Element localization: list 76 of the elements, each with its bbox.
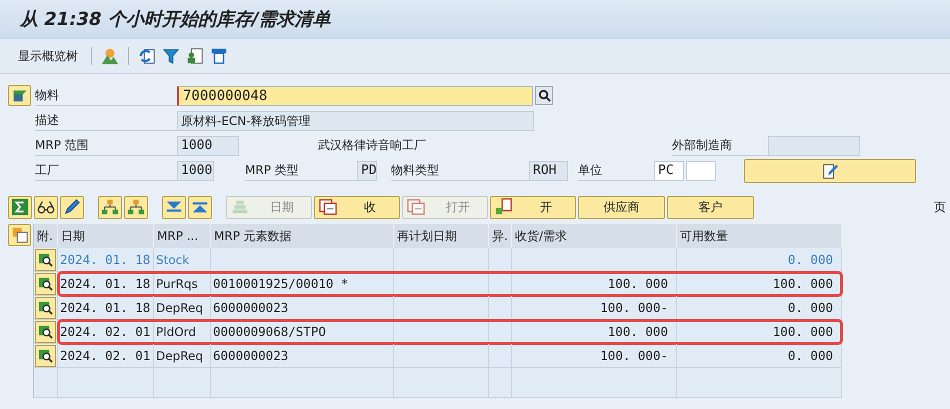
- detail-button[interactable]: [35, 344, 56, 366]
- table-cell: 6000000023: [213, 300, 288, 315]
- table-cell: PurRqs: [156, 276, 198, 290]
- toolbar-button[interactable]: [98, 196, 122, 218]
- table-cell: PldOrd: [156, 324, 196, 338]
- copy-icon: [10, 226, 28, 244]
- magnifier-icon: [38, 300, 53, 315]
- table-cell: 100. 000: [608, 324, 668, 339]
- table-cell: 0000009068/STPO: [213, 324, 326, 339]
- table-cell: 100. 000: [608, 276, 668, 291]
- contact-card-icon[interactable]: [186, 47, 204, 65]
- table-cell: 100. 000-: [600, 348, 668, 363]
- magnifier-icon: [38, 348, 53, 363]
- table-cell: Stock: [156, 252, 190, 266]
- detail-button[interactable]: [35, 320, 56, 342]
- toolbar-button[interactable]: [60, 196, 84, 218]
- column-header[interactable]: 可用数量: [677, 224, 842, 248]
- table-cell: 2024. 01. 18: [60, 276, 150, 291]
- column-header[interactable]: 附.: [34, 224, 58, 248]
- calendar-icon: [319, 198, 337, 216]
- detail-button[interactable]: [35, 296, 56, 318]
- table-cell: 2024. 02. 01: [60, 348, 150, 363]
- column-header[interactable]: 再计划日期: [394, 224, 489, 248]
- table-cell: 6000000023: [213, 348, 288, 363]
- table-cell: 100. 000-: [600, 300, 668, 315]
- table-cell: 0. 000: [788, 300, 833, 315]
- unit-field: PC: [654, 160, 684, 180]
- table-cell: 100. 000: [772, 324, 833, 339]
- toolbar-button[interactable]: [34, 196, 58, 218]
- toolbar-button[interactable]: 收: [314, 196, 400, 218]
- edit-icon: [821, 162, 839, 180]
- tree-toggle-button[interactable]: [8, 85, 31, 106]
- plant-field: 1000: [177, 160, 214, 180]
- toolbar-button[interactable]: [124, 196, 148, 218]
- table-cell: DepReq: [156, 300, 204, 314]
- calendar-page-icon: [495, 198, 513, 216]
- refresh-icon[interactable]: [138, 47, 156, 65]
- table-cell: DepReq: [156, 348, 204, 362]
- table-cell: 2024. 01. 18: [60, 252, 150, 267]
- stack-icon: [231, 198, 249, 216]
- sum-icon: [11, 198, 29, 216]
- overview-tree-button[interactable]: 显示概览树: [14, 46, 82, 66]
- calendar-icon: [407, 198, 425, 216]
- table-cell: 2024. 02. 01: [60, 324, 150, 339]
- magnifier-icon: [38, 324, 53, 339]
- toolbar-button[interactable]: 开: [490, 196, 576, 218]
- table-cell: 2024. 01. 18: [60, 300, 150, 315]
- material-input[interactable]: 7000000048: [177, 86, 533, 106]
- table-cell: 0. 000: [788, 348, 833, 363]
- search-icon: [538, 89, 550, 102]
- material-type-field: ROH: [529, 160, 568, 180]
- description-field: 原材料-ECN-释放码管理: [177, 110, 534, 130]
- attachment-button[interactable]: [8, 224, 31, 246]
- table-cell: 0. 000: [788, 252, 833, 267]
- hierarchy-icon: [127, 198, 145, 216]
- filter-icon[interactable]: [162, 47, 180, 65]
- plant-name: 武汉格律诗音响工厂: [318, 137, 427, 154]
- toolbar-button[interactable]: 客户: [667, 196, 754, 218]
- magnifier-icon: [38, 252, 53, 267]
- mrp-type-field: PD: [357, 160, 377, 180]
- window-title: 从 21:38 个小时开始的库存/需求清单: [20, 8, 330, 31]
- print-icon[interactable]: [210, 47, 228, 65]
- column-header[interactable]: 异.: [489, 224, 512, 248]
- mrp-area-field: 1000: [177, 136, 239, 156]
- page-label: 页: [934, 198, 946, 216]
- table-cell: 100. 000: [772, 276, 833, 291]
- mountain-icon[interactable]: [101, 47, 119, 65]
- search-button[interactable]: [535, 86, 553, 105]
- toolbar-button[interactable]: 供应商: [578, 196, 665, 218]
- table-cell: 0010001925/00010 *: [213, 276, 348, 291]
- magnifier-icon: [38, 276, 53, 291]
- detail-button[interactable]: [35, 272, 56, 294]
- pencil-icon: [63, 198, 81, 216]
- edit-button[interactable]: [744, 158, 916, 182]
- hierarchy-icon: [101, 198, 119, 216]
- detail-button[interactable]: [35, 248, 56, 270]
